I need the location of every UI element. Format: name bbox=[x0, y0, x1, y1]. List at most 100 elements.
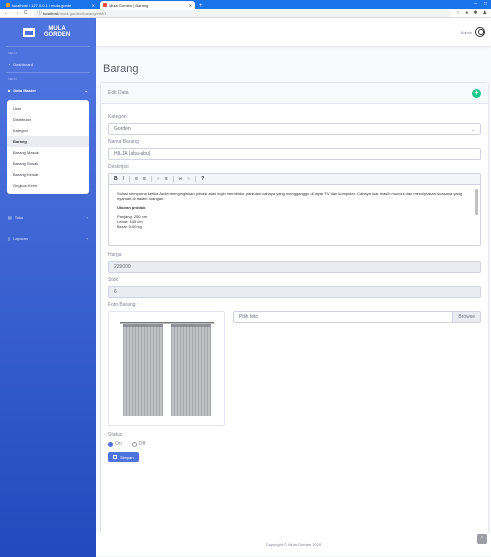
submenu-item-ongkos-kirim[interactable]: Ongkos Kirim bbox=[7, 180, 89, 191]
browser-tab-phpmyadmin[interactable]: localhost / 127.0.0.1 / mula-gorde ✕ bbox=[3, 1, 98, 9]
submenu-item-barang[interactable]: Barang bbox=[7, 136, 89, 147]
star-icon[interactable]: ☆ bbox=[456, 10, 460, 16]
puzzle-icon[interactable]: ✱ bbox=[473, 10, 477, 16]
browser-tab-bar: localhost / 127.0.0.1 / mula-gorde ✕ Mul… bbox=[0, 0, 491, 9]
avatar[interactable] bbox=[475, 27, 485, 37]
editor-toolbar: B I ≡ ≡ ≡ ≡ ∞ ≡ ? bbox=[109, 174, 480, 185]
numbered-list-icon[interactable]: ≡ bbox=[135, 176, 138, 182]
sidebar-item-label: Toko bbox=[14, 215, 24, 220]
submenu-item-distributor[interactable]: Distributor bbox=[7, 114, 89, 125]
harga-label: Harga bbox=[108, 252, 122, 258]
outdent-icon[interactable]: ≡ bbox=[157, 176, 160, 182]
submenu-item-barang-rusak[interactable]: Barang Rusak bbox=[7, 158, 89, 169]
minimize-icon[interactable]: – bbox=[474, 1, 477, 7]
browser-tab-barang[interactable]: Mula Gorden | Barang ✕ bbox=[100, 1, 195, 9]
store-icon: ▤ bbox=[8, 215, 12, 220]
rich-text-editor: B I ≡ ≡ ≡ ≡ ∞ ≡ ? Solusi sempurna ketika… bbox=[108, 173, 481, 246]
submenu-item-barang-masuk[interactable]: Barang Masuk bbox=[7, 147, 89, 158]
status-off-radio[interactable]: Off bbox=[131, 441, 146, 447]
chevron-right-icon: › bbox=[86, 236, 88, 241]
browse-button[interactable]: Browse bbox=[452, 312, 480, 322]
sidebar-heading: MENU bbox=[8, 77, 17, 81]
curtain-image bbox=[119, 321, 214, 416]
logo-icon bbox=[23, 27, 35, 37]
user-name[interactable]: Admin bbox=[461, 30, 472, 35]
sidebar-item-data-master[interactable]: ■ Data Master ⌄ bbox=[0, 83, 96, 98]
reload-icon[interactable]: C bbox=[24, 10, 28, 16]
indent-icon[interactable]: ≡ bbox=[165, 176, 168, 182]
sidebar: MULA GORDEN MENU ◔ Dashboard MENU ■ Data… bbox=[0, 18, 96, 557]
add-button[interactable]: + bbox=[472, 88, 481, 98]
chevron-down-icon: ⌄ bbox=[471, 126, 475, 132]
back-icon[interactable]: ← bbox=[4, 10, 9, 16]
file-placeholder: Pilih foto bbox=[239, 314, 259, 320]
toolbar-divider bbox=[172, 176, 174, 182]
foto-file-input[interactable]: Pilih foto Browse bbox=[233, 311, 481, 323]
status-on-label: On bbox=[115, 441, 122, 447]
sidebar-item-laporan[interactable]: ▯ Laporan › bbox=[0, 231, 96, 246]
copyright-text: Copyright © Mula Gorden 2020 bbox=[265, 541, 322, 547]
deskripsi-textarea[interactable]: Solusi sempurna ketika Anda menginginkan… bbox=[109, 185, 480, 245]
sidebar-heading: MENU bbox=[8, 51, 17, 55]
address-bar: ← → C ⓘ localhost /mula-gorden/barang/ed… bbox=[0, 9, 491, 18]
scroll-to-top-button[interactable]: ⌃ bbox=[477, 534, 487, 544]
maximize-icon[interactable]: □ bbox=[484, 1, 487, 7]
submenu-item-user[interactable]: User bbox=[7, 103, 89, 114]
sidebar-brand[interactable]: MULA GORDEN bbox=[0, 18, 96, 46]
bold-icon[interactable]: B bbox=[114, 176, 118, 182]
brand-name: MULA GORDEN bbox=[43, 26, 71, 38]
card-title: Edit Data bbox=[108, 90, 129, 96]
stok-input[interactable]: 6 bbox=[108, 286, 481, 298]
profile-icon[interactable]: ♟ bbox=[483, 10, 487, 16]
page-title: Barang bbox=[103, 63, 139, 75]
link-icon[interactable]: ∞ bbox=[179, 176, 183, 182]
edit-form: Kategori Gorden ⌄ Nama Barang HILJA (abu… bbox=[101, 104, 488, 468]
sidebar-item-label: Laporan bbox=[13, 236, 28, 241]
stok-label: Stok bbox=[108, 277, 119, 283]
window-controls: – □ bbox=[474, 1, 487, 7]
report-icon: ▯ bbox=[8, 236, 11, 241]
italic-icon[interactable]: I bbox=[123, 176, 124, 182]
url-host: localhost bbox=[42, 10, 59, 16]
close-icon[interactable]: ✕ bbox=[189, 3, 192, 8]
status-radio-group: On Off bbox=[108, 441, 481, 447]
unlink-icon[interactable]: ≡ bbox=[187, 176, 190, 182]
sidebar-item-toko[interactable]: ▤ Toko › bbox=[0, 210, 96, 225]
product-image bbox=[108, 311, 225, 426]
editor-scrollbar[interactable] bbox=[475, 189, 478, 215]
save-button[interactable]: Simpan bbox=[108, 452, 139, 462]
tab-title: localhost / 127.0.0.1 / mula-gorde bbox=[12, 2, 72, 8]
submenu-item-barang-keluar[interactable]: Barang Keluar bbox=[7, 169, 89, 180]
status-on-radio[interactable]: On bbox=[108, 441, 122, 447]
kategori-select[interactable]: Gorden ⌄ bbox=[108, 123, 481, 135]
status-label: Status bbox=[108, 432, 123, 438]
toolbar-divider bbox=[129, 176, 131, 182]
card-header: Edit Data + bbox=[101, 83, 488, 104]
forward-icon[interactable]: → bbox=[14, 10, 19, 16]
nama-barang-input[interactable]: HILJA (abu-abu) bbox=[108, 148, 481, 160]
nama-barang-label: Nama Barang bbox=[108, 139, 139, 145]
save-label: Simpan bbox=[120, 454, 134, 460]
ukuran-line: Berat: 0.60 kg bbox=[117, 224, 142, 229]
close-icon[interactable]: ✕ bbox=[92, 3, 95, 8]
edit-card: Edit Data + Kategori Gorden ⌄ Nama Baran… bbox=[100, 82, 489, 535]
help-icon[interactable]: ? bbox=[201, 176, 204, 182]
topbar: Admin bbox=[96, 18, 491, 46]
status-off-label: Off bbox=[138, 441, 146, 447]
foto-row: Pilih foto Browse bbox=[108, 311, 481, 426]
sidebar-item-dashboard[interactable]: ◔ Dashboard bbox=[0, 57, 96, 72]
submenu-item-kategori[interactable]: Kategori bbox=[7, 125, 89, 136]
radio-unchecked-icon bbox=[131, 441, 137, 447]
deskripsi-label: Deskripsi bbox=[108, 164, 129, 170]
folder-icon: ■ bbox=[8, 88, 11, 93]
chevron-right-icon: › bbox=[86, 215, 88, 220]
extension-icon[interactable]: ● bbox=[465, 10, 468, 16]
browser-extensions: ☆ ● ✱ ♟ bbox=[456, 10, 487, 16]
dashboard-icon: ◔ bbox=[8, 62, 11, 67]
data-master-submenu: User Distributor Kategori Barang Barang … bbox=[7, 100, 89, 194]
bulleted-list-icon[interactable]: ≡ bbox=[143, 176, 146, 182]
url-field[interactable]: ⓘ localhost /mula-gorden/barang/edit/1 bbox=[32, 9, 451, 17]
toolbar-divider bbox=[150, 176, 152, 182]
harga-input[interactable]: 229000 bbox=[108, 261, 481, 273]
sidebar-item-label: Data Master bbox=[13, 88, 37, 93]
